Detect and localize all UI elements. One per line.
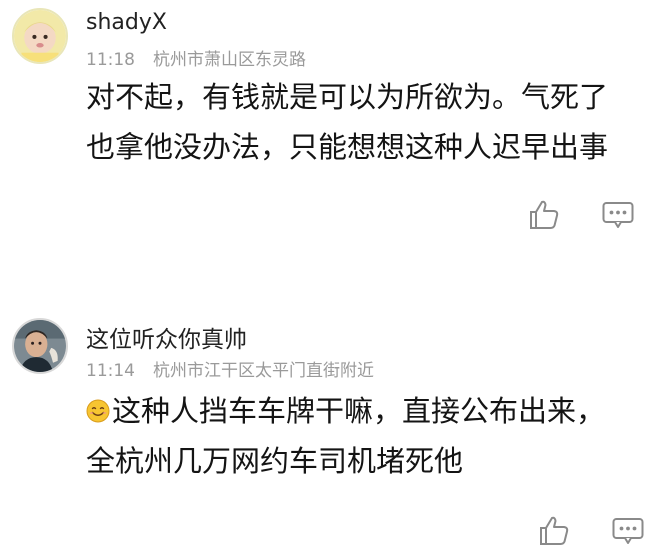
reply-button[interactable]: [611, 514, 645, 548]
comment-meta: 11:14 杭州市江干区太平门直街附近: [86, 356, 374, 381]
comment-item: shadyX 11:18 杭州市萧山区东灵路 对不起，有钱就是可以为所欲为。气死了…: [0, 0, 663, 270]
smile-emoji-icon: [86, 399, 110, 423]
comment-location: 杭州市江干区太平门直街附近: [153, 361, 374, 381]
comment-location: 杭州市萧山区东灵路: [153, 50, 306, 70]
comment-meta: 11:18 杭州市萧山区东灵路: [86, 45, 306, 70]
username[interactable]: shadyX: [86, 10, 167, 35]
comment-text-line: 这种人挡车车牌干嘛，直接公布出来，: [86, 386, 646, 436]
comment-text: 对不起，有钱就是可以为所欲为。气死了 也拿他没办法，只能想想这种人迟早出事: [86, 72, 646, 172]
comment-item: 这位听众你真帅 11:14 杭州市江干区太平门直街附近 这种人挡车车牌干嘛，直接公…: [0, 300, 663, 556]
username[interactable]: 这位听众你真帅: [86, 320, 247, 354]
avatar[interactable]: [12, 318, 68, 374]
comment-text-line: 全杭州几万网约车司机堵死他: [86, 444, 464, 478]
avatar[interactable]: [12, 8, 68, 64]
comment-time: 11:14: [86, 361, 135, 381]
man-photo-avatar: [14, 320, 66, 372]
like-button[interactable]: [527, 198, 561, 232]
like-button[interactable]: [537, 514, 571, 548]
comment-text-line: 对不起，有钱就是可以为所欲为。气死了: [86, 80, 609, 114]
comment-text: 这种人挡车车牌干嘛，直接公布出来， 全杭州几万网约车司机堵死他: [86, 386, 646, 486]
thumbs-up-icon: [540, 516, 569, 545]
comment-time: 11:18: [86, 50, 135, 70]
comment-list: shadyX 11:18 杭州市萧山区东灵路 对不起，有钱就是可以为所欲为。气死了…: [0, 0, 663, 556]
comment-text-line: 也拿他没办法，只能想想这种人迟早出事: [86, 130, 609, 164]
thumbs-up-icon: [530, 200, 559, 229]
comment-text-segment: 这种人挡车车牌干嘛，直接公布出来，: [112, 394, 606, 428]
comment-bubble-icon: [612, 518, 644, 544]
baby-photo-avatar: [14, 10, 66, 62]
reply-button[interactable]: [601, 198, 635, 232]
comment-bubble-icon: [602, 202, 634, 228]
